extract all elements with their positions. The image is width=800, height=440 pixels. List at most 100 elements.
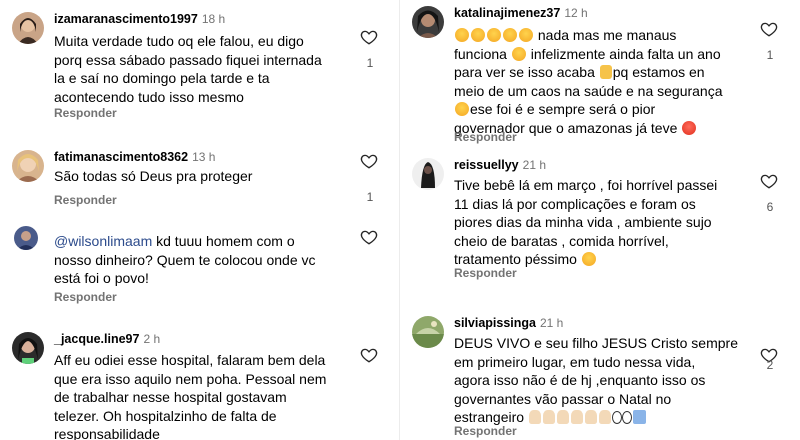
raised-hands-emoji-icon bbox=[599, 65, 612, 79]
crying-emoji-icon bbox=[519, 28, 533, 42]
reply-button[interactable]: Responder bbox=[54, 290, 117, 304]
comment-line: nosso dinheiro? Quem te colocou onde vc bbox=[54, 251, 316, 268]
username[interactable]: reissuellyy bbox=[454, 158, 519, 172]
comment-line: porq essa sábado passado fiquei internad… bbox=[54, 51, 322, 68]
username[interactable]: _jacque.line97 bbox=[54, 332, 139, 346]
comment-text: São todas só Deus pra proteger bbox=[54, 167, 339, 186]
avatar[interactable] bbox=[412, 158, 444, 190]
comments-column-left: izamaranascimento1997 18 h Muita verdade … bbox=[0, 0, 400, 440]
timestamp: 18 h bbox=[201, 12, 226, 26]
comment-line-text: tratamento péssimo bbox=[454, 251, 577, 267]
reply-button[interactable]: Responder bbox=[54, 193, 117, 207]
timestamp: 21 h bbox=[522, 158, 546, 172]
comment-text: Tive bebê lá em março , foi horrível pas… bbox=[454, 176, 739, 269]
comment-header: fatimanascimento8362 13 h bbox=[54, 150, 215, 164]
comment-line: Tive bebê lá em março , foi horrível pas… bbox=[454, 177, 718, 193]
like-count: 1 bbox=[366, 190, 374, 204]
username[interactable]: fatimanascimento8362 bbox=[54, 150, 188, 164]
praying-hands-emoji-icon bbox=[528, 410, 541, 424]
comment-header: izamaranascimento1997 18 h bbox=[54, 12, 225, 26]
avatar[interactable] bbox=[412, 316, 444, 348]
reply-button[interactable]: Responder bbox=[54, 106, 117, 120]
username[interactable]: katalinajimenez37 bbox=[454, 6, 560, 20]
comment-header: silviapissinga 21 h bbox=[454, 316, 563, 330]
like-count: 1 bbox=[366, 56, 374, 70]
like-count: 1 bbox=[766, 48, 774, 62]
comment-line: São todas só Deus pra proteger bbox=[54, 168, 253, 184]
crying-emoji-icon bbox=[455, 28, 469, 42]
reply-button[interactable]: Responder bbox=[454, 424, 517, 438]
comment-header: _jacque.line97 2 h bbox=[54, 332, 160, 346]
avatar[interactable] bbox=[12, 12, 44, 44]
comment-line: telezer. Oh hospitalzinho de falta de bbox=[54, 407, 277, 424]
heart-outline-icon[interactable] bbox=[760, 172, 778, 190]
comment-line-text: pq estamos en bbox=[612, 64, 705, 80]
comment-text: nada mas me manaus funciona infelizmente… bbox=[454, 26, 739, 137]
comment-line: 11 dias lá por complicações e foram os bbox=[454, 195, 696, 212]
ballot-box-emoji-icon bbox=[632, 410, 646, 424]
comment-line: governantes vão passar o Natal no bbox=[454, 390, 672, 407]
comment-line: meio de um caos na saúde e na segurança bbox=[454, 82, 723, 99]
comment-line: agora isso não é de hj ,enquanto isso os bbox=[454, 372, 706, 388]
comment-line: Muita verdade tudo oq ele falou, eu digo bbox=[54, 33, 304, 49]
crying-emoji-icon bbox=[471, 28, 485, 42]
comment-line-text: funciona bbox=[454, 45, 507, 62]
comment-header: katalinajimenez37 12 h bbox=[454, 6, 588, 20]
praying-hands-emoji-icon bbox=[542, 410, 555, 424]
comment-line: la e saí no domingo pela tarde e ta bbox=[54, 70, 270, 86]
crying-emoji-icon bbox=[487, 28, 501, 42]
reply-button[interactable]: Responder bbox=[454, 130, 517, 144]
comment-line: que era isso aquilo nem poha. Pessoal ne… bbox=[54, 370, 327, 387]
heart-outline-icon[interactable] bbox=[760, 20, 778, 38]
username[interactable]: izamaranascimento1997 bbox=[54, 12, 198, 26]
reply-button[interactable]: Responder bbox=[454, 266, 517, 280]
praying-hands-emoji-icon bbox=[584, 410, 597, 424]
comment-text: @wilsonlimaam kd tuuu homem com o nosso … bbox=[54, 232, 339, 288]
comment-line: está foi o povo! bbox=[54, 270, 149, 286]
angry-face-emoji-icon bbox=[682, 120, 697, 135]
avatar[interactable] bbox=[12, 150, 44, 182]
comment-line: nada mas me manaus bbox=[454, 26, 739, 45]
comment-line: acontecendo tudo isso mesmo bbox=[54, 88, 244, 105]
timestamp: 2 h bbox=[143, 332, 161, 346]
username[interactable]: silviapissinga bbox=[454, 316, 536, 330]
comment-line: Aff eu odiei esse hospital, falaram bem … bbox=[54, 352, 326, 368]
comment-line: para ver se isso acaba pq estamos en bbox=[454, 63, 739, 82]
crying-emoji-icon bbox=[581, 252, 596, 266]
comment-text: Aff eu odiei esse hospital, falaram bem … bbox=[54, 351, 339, 440]
avatar[interactable] bbox=[12, 332, 44, 364]
comment-line: responsabilidade bbox=[54, 426, 160, 440]
comment-line-text: kd tuuu homem com o bbox=[152, 233, 295, 249]
comment-line-text: para ver se isso acaba bbox=[454, 64, 595, 80]
heart-outline-icon[interactable] bbox=[360, 28, 378, 46]
comment-line: funciona infelizmente ainda falta un ano bbox=[454, 45, 739, 64]
comments-column-right: katalinajimenez37 12 h nada mas me manaus… bbox=[400, 0, 800, 440]
heart-outline-icon[interactable] bbox=[360, 346, 378, 364]
praying-hands-emoji-icon bbox=[570, 410, 583, 424]
comment-text: Muita verdade tudo oq ele falou, eu digo… bbox=[54, 32, 339, 106]
comment-line-text: infelizmente ainda falta un ano bbox=[530, 45, 721, 62]
comment-line: ese foi é e sempre será o pior bbox=[454, 100, 739, 119]
comment-header: reissuellyy 21 h bbox=[454, 158, 546, 172]
comment-line-text: nada mas me manaus bbox=[537, 27, 677, 43]
comment-line-text: ese foi é e sempre será o pior bbox=[470, 101, 656, 117]
comment-line-text: estrangeiro bbox=[454, 409, 525, 425]
timestamp: 13 h bbox=[192, 150, 216, 164]
crying-emoji-icon bbox=[511, 46, 526, 61]
heart-outline-icon[interactable] bbox=[360, 152, 378, 170]
comment-line: @wilsonlimaam kd tuuu homem com o bbox=[54, 232, 339, 251]
comment-line: DEUS VIVO e seu filho JESUS Cristo sempr… bbox=[454, 335, 738, 351]
heart-outline-icon[interactable] bbox=[360, 228, 378, 246]
timestamp: 12 h bbox=[564, 6, 588, 20]
praying-hands-emoji-icon bbox=[598, 410, 611, 424]
avatar[interactable] bbox=[14, 226, 38, 250]
comment-line: em primeiro lugar, em tudo nessa vida, bbox=[454, 353, 696, 370]
mention-link[interactable]: @wilsonlimaam bbox=[54, 233, 152, 249]
like-count: 6 bbox=[766, 200, 774, 214]
timestamp: 21 h bbox=[539, 316, 564, 330]
avatar[interactable] bbox=[412, 6, 444, 38]
praying-hands-emoji-icon bbox=[556, 410, 569, 424]
comment-line: piores dias da minha vida , ambiente suj… bbox=[454, 214, 712, 230]
crying-emoji-icon bbox=[503, 28, 517, 42]
crying-emoji-icon bbox=[455, 102, 469, 116]
